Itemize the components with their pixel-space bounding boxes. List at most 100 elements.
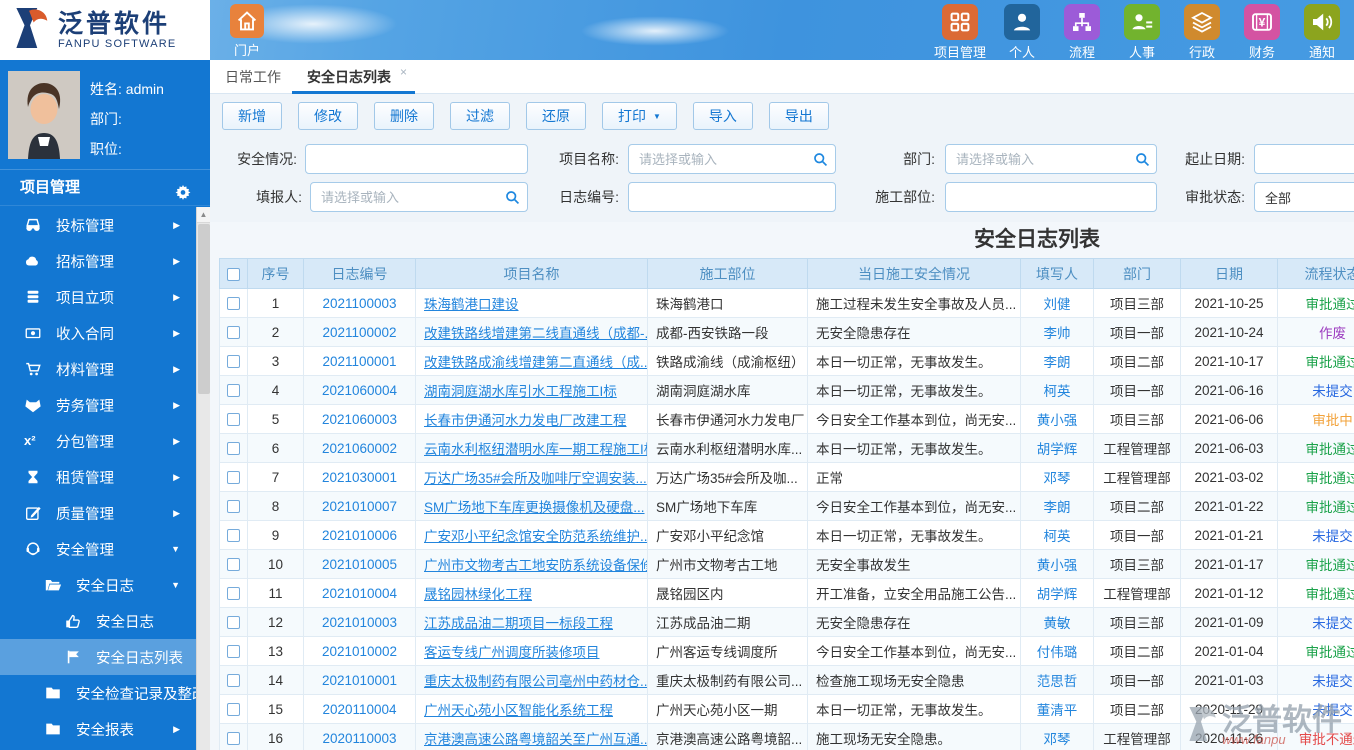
project-link[interactable]: 江苏成品油二期项目一标段工程: [415, 607, 648, 637]
project-link[interactable]: SM广场地下车库更换摄像机及硬盘...: [415, 491, 648, 521]
portal-button[interactable]: 门户: [222, 4, 272, 59]
sidebar-item-quality-management[interactable]: 质量管理 ▶: [0, 495, 196, 531]
row-checkbox[interactable]: [227, 587, 240, 601]
log-no-link[interactable]: 2021060003: [303, 404, 416, 434]
row-checkbox[interactable]: [227, 442, 240, 456]
log-no-link[interactable]: 2021010006: [303, 520, 416, 550]
project-name-input[interactable]: [628, 144, 836, 174]
project-link[interactable]: 湖南洞庭湖水库引水工程施工I标: [415, 375, 648, 405]
safety-condition-input[interactable]: [305, 144, 528, 174]
module-notice[interactable]: 通知: [1298, 4, 1346, 61]
scroll-up-icon[interactable]: ▲: [197, 207, 210, 223]
log-no-link[interactable]: 2021010003: [303, 607, 416, 637]
project-link[interactable]: 广安邓小平纪念馆安全防范系统维护...: [415, 520, 648, 550]
add-button[interactable]: 新增: [222, 102, 282, 130]
location-input[interactable]: [945, 182, 1157, 212]
row-checkbox[interactable]: [227, 413, 240, 427]
project-link[interactable]: 云南水利枢纽潜明水库一期工程施工I标: [415, 433, 648, 463]
row-checkbox[interactable]: [227, 384, 240, 398]
sidebar-item-safety-management[interactable]: 安全管理 ▼: [0, 531, 196, 567]
project-link[interactable]: 长春市伊通河水力发电厂改建工程: [415, 404, 648, 434]
log-no-link[interactable]: 2021010005: [303, 549, 416, 579]
row-checkbox[interactable]: [227, 297, 240, 311]
tab-safety-log-list[interactable]: 安全日志列表 ×: [292, 60, 415, 94]
project-link[interactable]: 晟铭园林绿化工程: [415, 578, 648, 608]
module-personal[interactable]: 个人: [998, 4, 1046, 61]
restore-button[interactable]: 还原: [526, 102, 586, 130]
writer-link[interactable]: 李朗: [1020, 491, 1094, 521]
writer-link[interactable]: 柯英: [1020, 520, 1094, 550]
tab-daily-work[interactable]: 日常工作: [210, 60, 296, 94]
log-no-link[interactable]: 2021060004: [303, 375, 416, 405]
select-all-checkbox[interactable]: [227, 268, 240, 282]
writer-link[interactable]: 黄敏: [1020, 607, 1094, 637]
module-workflow[interactable]: 流程: [1058, 4, 1106, 61]
project-link[interactable]: 万达广场35#会所及咖啡厅空调安装...: [415, 462, 648, 492]
log-no-link[interactable]: 2021010001: [303, 665, 416, 695]
dept-input[interactable]: [945, 144, 1157, 174]
writer-link[interactable]: 邓琴: [1020, 462, 1094, 492]
project-link[interactable]: 客运专线广州调度所装修项目: [415, 636, 648, 666]
log-no-link[interactable]: 2021060002: [303, 433, 416, 463]
log-no-link[interactable]: 2020110004: [303, 694, 416, 724]
row-checkbox[interactable]: [227, 732, 240, 746]
writer-link[interactable]: 胡学辉: [1020, 433, 1094, 463]
writer-link[interactable]: 黄小强: [1020, 404, 1094, 434]
row-checkbox[interactable]: [227, 645, 240, 659]
project-link[interactable]: 珠海鹤港口建设: [415, 288, 648, 318]
sidebar-item-labor-management[interactable]: 劳务管理 ▶: [0, 387, 196, 423]
module-admin[interactable]: 行政: [1178, 4, 1226, 61]
log-no-input[interactable]: [628, 182, 836, 212]
column-header[interactable]: 流程状态: [1277, 258, 1354, 289]
writer-link[interactable]: 董清平: [1020, 694, 1094, 724]
sidebar-item-safety-log[interactable]: 安全日志: [0, 603, 196, 639]
module-project-management[interactable]: 项目管理: [934, 4, 986, 61]
date-range-input[interactable]: [1254, 144, 1354, 174]
writer-link[interactable]: 范思哲: [1020, 665, 1094, 695]
gear-icon[interactable]: [174, 179, 192, 200]
sidebar-item-safety-inspection-records[interactable]: 安全检查记录及整改: [0, 675, 207, 711]
search-icon[interactable]: [504, 189, 521, 206]
search-icon[interactable]: [812, 151, 829, 168]
sidebar-item-project-initiation[interactable]: 项目立项 ▶: [0, 279, 196, 315]
column-header[interactable]: 序号: [247, 258, 304, 289]
writer-link[interactable]: 李朗: [1020, 346, 1094, 376]
print-button[interactable]: 打印 ▼: [602, 102, 677, 130]
row-checkbox[interactable]: [227, 674, 240, 688]
search-icon[interactable]: [1134, 151, 1151, 168]
row-checkbox[interactable]: [227, 326, 240, 340]
close-icon[interactable]: ×: [400, 60, 407, 89]
sidebar-item-bid-management[interactable]: 投标管理 ▶: [0, 207, 196, 243]
row-checkbox[interactable]: [227, 500, 240, 514]
project-link[interactable]: 广州市文物考古工地安防系统设备保修: [415, 549, 648, 579]
column-header[interactable]: 项目名称: [415, 258, 648, 289]
writer-link[interactable]: 刘健: [1020, 288, 1094, 318]
writer-link[interactable]: 付伟璐: [1020, 636, 1094, 666]
log-no-link[interactable]: 2021100003: [303, 288, 416, 318]
project-link[interactable]: 改建铁路线增建第二线直通线（成都-...: [415, 317, 648, 347]
row-checkbox[interactable]: [227, 471, 240, 485]
writer-link[interactable]: 柯英: [1020, 375, 1094, 405]
approval-status-select[interactable]: [1254, 182, 1354, 212]
log-no-link[interactable]: 2021010004: [303, 578, 416, 608]
sidebar-scrollbar[interactable]: ▲: [196, 207, 210, 750]
column-header[interactable]: 日期: [1180, 258, 1278, 289]
sidebar-item-material-management[interactable]: 材料管理 ▶: [0, 351, 196, 387]
project-link[interactable]: 广州天心苑小区智能化系统工程: [415, 694, 648, 724]
row-checkbox[interactable]: [227, 703, 240, 717]
log-no-link[interactable]: 2021100002: [303, 317, 416, 347]
writer-link[interactable]: 胡学辉: [1020, 578, 1094, 608]
sidebar-item-lease-management[interactable]: 租赁管理 ▶: [0, 459, 196, 495]
sidebar-item-income-contract[interactable]: 收入合同 ▶: [0, 315, 196, 351]
delete-button[interactable]: 删除: [374, 102, 434, 130]
module-finance[interactable]: ¥ 财务: [1238, 4, 1286, 61]
row-checkbox[interactable]: [227, 529, 240, 543]
project-link[interactable]: 京港澳高速公路粤境韶关至广州互通...: [415, 723, 648, 750]
column-header[interactable]: 日志编号: [303, 258, 416, 289]
import-button[interactable]: 导入: [692, 102, 753, 130]
column-header[interactable]: 部门: [1093, 258, 1181, 289]
writer-link[interactable]: 邓琴: [1020, 723, 1094, 750]
sidebar-item-safety-reports[interactable]: 安全报表 ▶: [0, 711, 196, 747]
column-header[interactable]: 当日施工安全情况: [807, 258, 1021, 289]
log-no-link[interactable]: 2020110003: [303, 723, 416, 750]
